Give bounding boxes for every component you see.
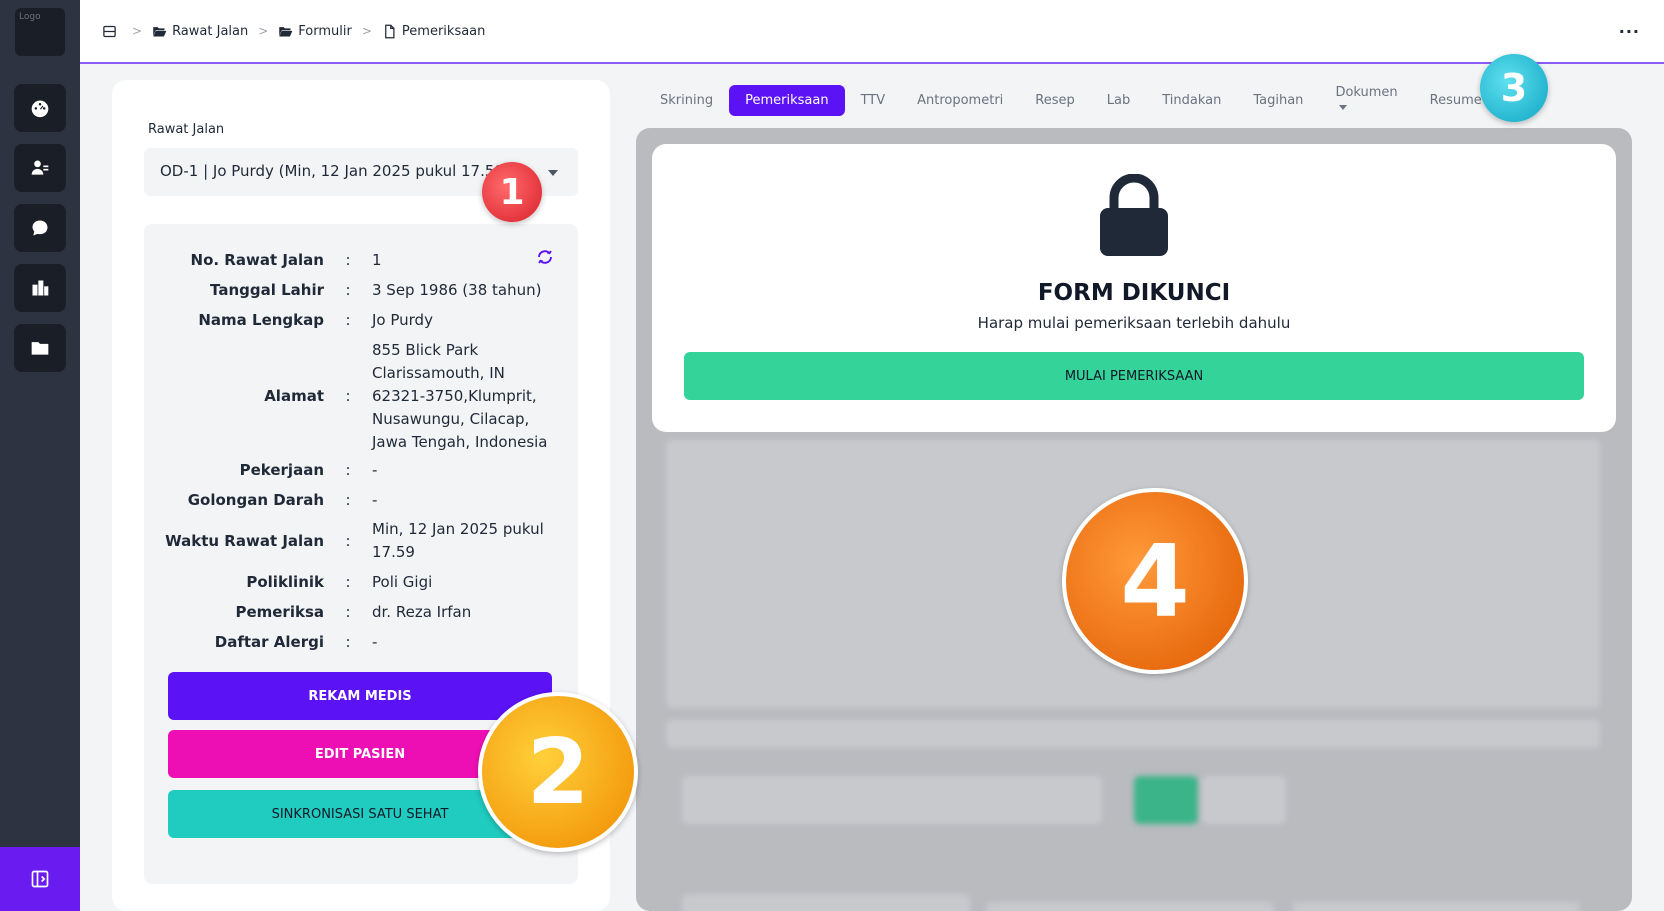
caret-down-icon bbox=[1339, 105, 1348, 110]
tab-dokumen-label: Dokumen bbox=[1335, 85, 1398, 100]
info-sep: : bbox=[345, 311, 351, 329]
breadcrumb-separator: > bbox=[132, 24, 143, 38]
tab-antropometri[interactable]: Antropometri bbox=[901, 85, 1019, 116]
info-value: 3 Sep 1986 (38 tahun) bbox=[372, 281, 542, 299]
info-row: Poliklinik: Poli Gigi bbox=[144, 570, 578, 594]
info-value: 1 bbox=[372, 251, 382, 269]
info-sep: : bbox=[345, 573, 351, 591]
info-label: Pekerjaan bbox=[239, 461, 324, 479]
folder-open-icon bbox=[279, 26, 293, 36]
info-label: Waktu Rawat Jalan bbox=[165, 532, 324, 550]
tab-skrining[interactable]: Skrining bbox=[644, 85, 729, 116]
info-value: Poli Gigi bbox=[372, 573, 433, 591]
breadcrumb-item-rawat-jalan[interactable]: Rawat Jalan bbox=[172, 24, 248, 39]
info-row: No. Rawat Jalan: 1 bbox=[144, 248, 578, 272]
blurred-field bbox=[666, 720, 1600, 748]
info-row: Waktu Rawat Jalan: Min, 12 Jan 2025 pukul… bbox=[144, 518, 578, 564]
info-value: - bbox=[372, 491, 378, 509]
info-sep: : bbox=[345, 251, 351, 269]
lock-subtitle: Harap mulai pemeriksaan terlebih dahulu bbox=[977, 314, 1291, 332]
sidebar-item-dashboard[interactable] bbox=[14, 84, 66, 132]
sidebar-item-folder[interactable] bbox=[14, 324, 66, 372]
patient-icon bbox=[31, 160, 49, 175]
blurred-select bbox=[682, 776, 1102, 824]
tab-resep[interactable]: Resep bbox=[1019, 85, 1090, 116]
info-row: Pemeriksa: dr. Reza Irfan bbox=[144, 600, 578, 624]
step-badge-1: 1 bbox=[482, 162, 542, 222]
sidebar-item-chat[interactable] bbox=[14, 204, 66, 252]
sidebar-collapse-button[interactable] bbox=[0, 847, 80, 911]
tab-tagihan[interactable]: Tagihan bbox=[1237, 85, 1319, 116]
folder-icon bbox=[31, 342, 49, 355]
tab-dokumen[interactable]: Dokumen bbox=[1319, 77, 1413, 123]
building-icon bbox=[32, 280, 49, 296]
info-label: No. Rawat Jalan bbox=[190, 251, 324, 269]
sidebar-item-patient[interactable] bbox=[14, 144, 66, 192]
info-sep: : bbox=[345, 532, 351, 550]
step-badge-4: 4 bbox=[1062, 488, 1248, 674]
tab-tindakan[interactable]: Tindakan bbox=[1146, 85, 1237, 116]
visit-select-label: Rawat Jalan bbox=[148, 122, 225, 137]
sidebar: Logo bbox=[0, 0, 80, 911]
breadcrumb-item-pemeriksaan: Pemeriksaan bbox=[401, 23, 486, 39]
breadcrumb-separator: > bbox=[258, 24, 269, 38]
blurred-input bbox=[682, 894, 970, 911]
lock-icon bbox=[1100, 174, 1168, 256]
sidebar-collapse-icon bbox=[31, 870, 49, 888]
chevron-down-icon bbox=[548, 170, 558, 176]
info-row: Daftar Alergi: - bbox=[144, 630, 578, 654]
info-sep: : bbox=[345, 603, 351, 621]
more-menu-icon[interactable]: ··· bbox=[1619, 22, 1640, 41]
tab-lab[interactable]: Lab bbox=[1091, 85, 1146, 116]
info-label: Golongan Darah bbox=[187, 491, 324, 509]
info-row: Tanggal Lahir: 3 Sep 1986 (38 tahun) bbox=[144, 278, 578, 302]
blurred-input bbox=[1292, 902, 1580, 911]
form-tabs: Skrining Pemeriksaan TTV Antropometri Re… bbox=[636, 80, 1482, 120]
info-sep: : bbox=[345, 633, 351, 651]
info-value: - bbox=[372, 461, 378, 479]
info-label: Tanggal Lahir bbox=[210, 281, 324, 299]
info-label: Alamat bbox=[264, 387, 324, 405]
step-badge-2: 2 bbox=[478, 692, 638, 852]
folder-open-icon bbox=[153, 26, 167, 36]
info-sep: : bbox=[345, 281, 351, 299]
topbar: > Rawat Jalan > Formulir > Pemeriksaan ·… bbox=[80, 0, 1664, 64]
blurred-input bbox=[986, 902, 1274, 911]
info-row: Golongan Darah: - bbox=[144, 488, 578, 512]
visit-select-value: OD-1 | Jo Purdy (Min, 12 Jan 2025 pukul … bbox=[160, 162, 510, 180]
info-value: - bbox=[372, 633, 378, 651]
info-label: Nama Lengkap bbox=[198, 311, 324, 329]
info-row: Nama Lengkap: Jo Purdy bbox=[144, 308, 578, 332]
mulai-pemeriksaan-button[interactable]: MULAI PEMERIKSAAN bbox=[684, 352, 1584, 400]
sidebar-item-building[interactable] bbox=[14, 264, 66, 312]
panel-toggle-icon[interactable] bbox=[102, 24, 117, 39]
info-value: dr. Reza Irfan bbox=[372, 603, 472, 621]
info-row: Pekerjaan: - bbox=[144, 458, 578, 482]
info-sep: : bbox=[345, 491, 351, 509]
step-badge-3: 3 bbox=[1480, 54, 1548, 122]
dashboard-icon bbox=[31, 100, 49, 118]
info-sep: : bbox=[345, 387, 351, 405]
app-logo[interactable]: Logo bbox=[15, 8, 65, 56]
file-icon bbox=[385, 24, 395, 38]
breadcrumb-item-formulir[interactable]: Formulir bbox=[298, 24, 352, 39]
info-sep: : bbox=[345, 461, 351, 479]
info-row: Alamat: 855 Blick Park Clarissamouth, IN … bbox=[144, 338, 578, 454]
info-label: Poliklinik bbox=[246, 573, 324, 591]
blurred-toggle bbox=[1202, 776, 1286, 824]
chat-icon bbox=[32, 220, 48, 236]
lock-title: FORM DIKUNCI bbox=[1037, 280, 1231, 306]
info-label: Daftar Alergi bbox=[214, 633, 324, 651]
info-value: Min, 12 Jan 2025 pukul 17.59 bbox=[372, 520, 544, 561]
info-label: Pemeriksa bbox=[235, 603, 324, 621]
blurred-toggle bbox=[1134, 776, 1198, 824]
lock-card: FORM DIKUNCI Harap mulai pemeriksaan ter… bbox=[652, 144, 1616, 432]
tab-ttv[interactable]: TTV bbox=[845, 85, 902, 116]
info-value: Jo Purdy bbox=[372, 311, 433, 329]
breadcrumb-separator: > bbox=[361, 24, 372, 38]
rekam-medis-button[interactable]: REKAM MEDIS bbox=[168, 672, 552, 720]
tab-pemeriksaan[interactable]: Pemeriksaan bbox=[729, 84, 845, 116]
breadcrumb: > Rawat Jalan > Formulir > Pemeriksaan bbox=[102, 24, 485, 39]
info-value: 855 Blick Park Clarissamouth, IN 62321-3… bbox=[372, 340, 548, 451]
